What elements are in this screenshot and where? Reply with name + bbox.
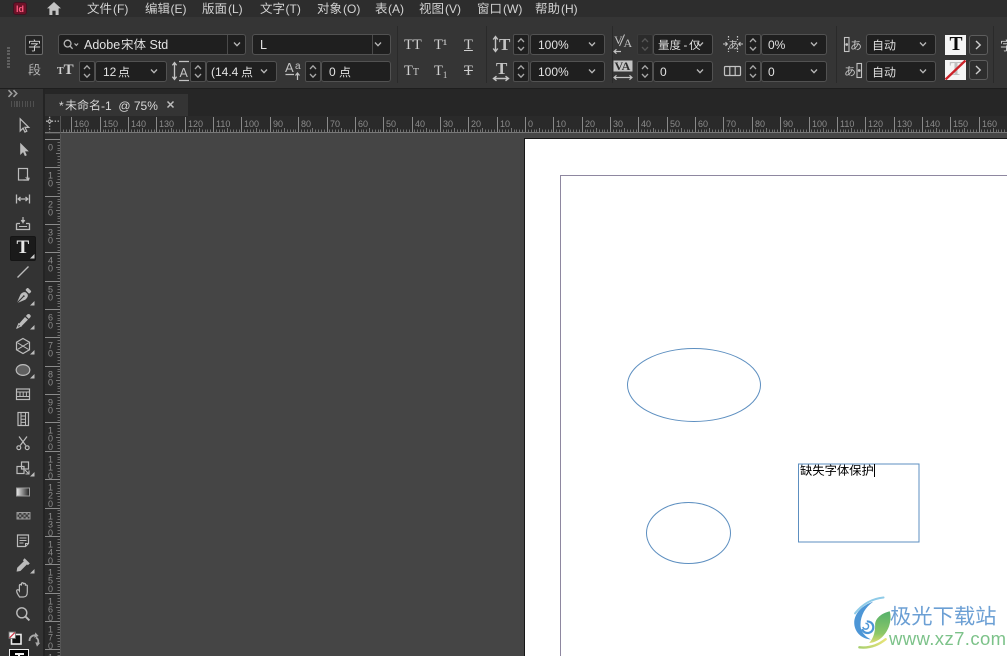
- svg-text:0: 0: [48, 320, 53, 330]
- svg-text:0: 0: [48, 612, 53, 622]
- svg-text:0: 0: [48, 207, 53, 217]
- svg-text:120: 120: [188, 119, 203, 129]
- svg-text:0: 0: [48, 235, 53, 245]
- svg-text:80: 80: [755, 119, 765, 129]
- svg-text:90: 90: [273, 119, 283, 129]
- svg-text:0: 0: [48, 142, 53, 152]
- svg-text:40: 40: [415, 119, 425, 129]
- svg-text:T: T: [499, 35, 511, 54]
- svg-text:0: 0: [48, 498, 53, 508]
- svg-text:140: 140: [925, 119, 940, 129]
- svg-text:a: a: [295, 61, 301, 72]
- svg-text:0: 0: [48, 441, 53, 451]
- svg-text:A: A: [180, 66, 189, 80]
- svg-text:10: 10: [556, 119, 566, 129]
- svg-text:140: 140: [131, 119, 146, 129]
- svg-text:20: 20: [585, 119, 595, 129]
- svg-text:110: 110: [216, 119, 230, 129]
- svg-text:20: 20: [471, 119, 481, 129]
- svg-text:70: 70: [330, 119, 340, 129]
- svg-text:10: 10: [500, 119, 510, 129]
- svg-text:0: 0: [48, 263, 53, 273]
- svg-text:90: 90: [783, 119, 793, 129]
- svg-text:1: 1: [48, 652, 53, 656]
- svg-text:160: 160: [982, 119, 997, 129]
- svg-text:0: 0: [528, 119, 533, 129]
- svg-text:130: 130: [897, 119, 912, 129]
- svg-text:150: 150: [103, 119, 118, 129]
- svg-text:100: 100: [244, 119, 259, 129]
- svg-text:0: 0: [48, 640, 53, 650]
- svg-text:0: 0: [48, 377, 53, 387]
- svg-text:50: 50: [670, 119, 680, 129]
- svg-text:100: 100: [812, 119, 827, 129]
- svg-text:0: 0: [48, 405, 53, 415]
- svg-text:A: A: [285, 60, 294, 75]
- svg-text:30: 30: [613, 119, 623, 129]
- svg-text:0: 0: [48, 583, 53, 593]
- svg-text:30: 30: [443, 119, 453, 129]
- svg-text:A: A: [624, 36, 633, 50]
- svg-text:0: 0: [48, 527, 53, 537]
- svg-text:110: 110: [840, 119, 854, 129]
- svg-text:40: 40: [641, 119, 651, 129]
- svg-text:60: 60: [698, 119, 708, 129]
- svg-text:0: 0: [48, 555, 53, 565]
- svg-text:150: 150: [953, 119, 968, 129]
- svg-text:0: 0: [48, 178, 53, 188]
- svg-text:VA: VA: [615, 59, 631, 73]
- svg-text:80: 80: [301, 119, 311, 129]
- svg-text:T: T: [496, 60, 508, 78]
- svg-text:0: 0: [48, 292, 53, 302]
- svg-text:50: 50: [386, 119, 396, 129]
- svg-text:120: 120: [868, 119, 883, 129]
- svg-text:70: 70: [726, 119, 736, 129]
- svg-text:60: 60: [358, 119, 368, 129]
- svg-text:0: 0: [48, 348, 53, 358]
- svg-text:160: 160: [74, 119, 89, 129]
- svg-text:130: 130: [159, 119, 174, 129]
- svg-text:0: 0: [48, 470, 53, 480]
